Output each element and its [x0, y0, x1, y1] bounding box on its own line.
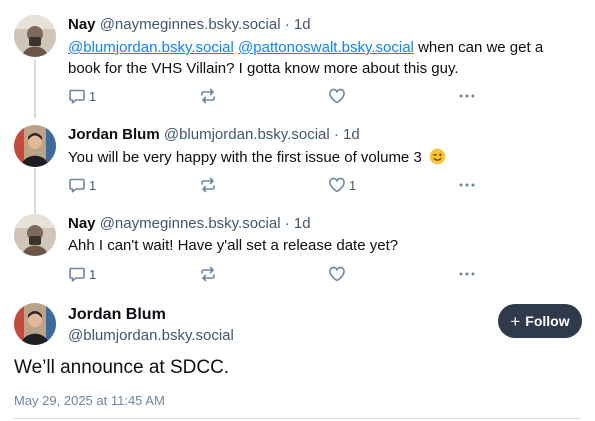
post-header: Nay @naymeginnes.bsky.social · 1d: [68, 215, 311, 233]
repost-button[interactable]: [199, 175, 217, 195]
mention-link[interactable]: @blumjordan.bsky.social: [68, 39, 234, 56]
repost-button[interactable]: [199, 264, 217, 284]
reply-count: 1: [89, 177, 97, 193]
author-handle[interactable]: @blumjordan.bsky.social: [164, 126, 330, 143]
thread-line: [34, 168, 36, 214]
reply-button[interactable]: 1: [68, 264, 96, 284]
post-header: Jordan Blum @blumjordan.bsky.social · 1d: [68, 126, 360, 144]
reply-icon: [69, 178, 85, 193]
more-options-button[interactable]: [458, 86, 476, 106]
avatar-photo: [14, 125, 56, 167]
mention-link[interactable]: @pattonoswalt.bsky.social: [238, 39, 414, 56]
more-options-button[interactable]: [458, 175, 476, 195]
divider: [14, 418, 581, 419]
avatar[interactable]: [14, 125, 56, 167]
post-body: You will be very happy with the first is…: [68, 149, 422, 166]
avatar[interactable]: [14, 303, 56, 345]
avatar-photo: [14, 214, 56, 256]
author-name[interactable]: Jordan Blum: [68, 126, 160, 143]
reply-button[interactable]: 1: [68, 175, 96, 195]
like-count: 1: [349, 177, 357, 193]
post-text: @blumjordan.bsky.social @pattonoswalt.bs…: [68, 37, 578, 79]
post-time[interactable]: · 1d: [334, 126, 360, 143]
repost-icon: [201, 177, 215, 193]
author-handle[interactable]: @blumjordan.bsky.social: [68, 327, 234, 344]
ellipsis-icon: [459, 94, 475, 98]
reply-icon: [69, 89, 85, 104]
author-handle[interactable]: @naymeginnes.bsky.social: [100, 16, 281, 33]
post-time[interactable]: · 1d: [285, 16, 311, 33]
heart-icon: [329, 88, 345, 104]
avatar-photo: [14, 303, 56, 345]
like-button[interactable]: 1: [328, 175, 356, 195]
post-text: You will be very happy with the first is…: [68, 147, 578, 168]
author-handle[interactable]: @naymeginnes.bsky.social: [100, 215, 281, 232]
follow-button[interactable]: + Follow: [498, 304, 582, 338]
reply-count: 1: [89, 266, 97, 282]
heart-icon: [329, 266, 345, 282]
reply-button[interactable]: 1: [68, 86, 96, 106]
like-button[interactable]: [328, 86, 349, 106]
heart-icon: [329, 177, 345, 193]
repost-button[interactable]: [199, 86, 217, 106]
ellipsis-icon: [459, 272, 475, 276]
author-name[interactable]: Nay: [68, 215, 96, 232]
plus-icon: +: [510, 311, 521, 331]
repost-icon: [201, 88, 215, 104]
repost-icon: [201, 266, 215, 282]
avatar-photo: [14, 15, 56, 57]
reply-icon: [69, 267, 85, 282]
post-actions: 1: [68, 86, 488, 106]
follow-label: Follow: [525, 313, 570, 329]
post-body: We’ll announce at SDCC.: [14, 357, 230, 378]
post-text: Ahh I can't wait! Have y'all set a relea…: [68, 235, 578, 256]
post-time[interactable]: · 1d: [285, 215, 311, 232]
post-body: Ahh I can't wait! Have y'all set a relea…: [68, 237, 399, 254]
winking-face-icon: [429, 148, 446, 165]
reply-count: 1: [89, 88, 97, 104]
more-options-button[interactable]: [458, 264, 476, 284]
thread-line: [34, 60, 36, 118]
post-actions: 1: [68, 264, 488, 284]
author-name[interactable]: Nay: [68, 16, 96, 33]
post-header: Nay @naymeginnes.bsky.social · 1d: [68, 16, 311, 34]
like-button[interactable]: [328, 264, 349, 284]
avatar[interactable]: [14, 214, 56, 256]
author-name[interactable]: Jordan Blum: [68, 306, 166, 324]
post-timestamp[interactable]: May 29, 2025 at 11:45 AM: [14, 393, 165, 408]
ellipsis-icon: [459, 183, 475, 187]
avatar[interactable]: [14, 15, 56, 57]
post-actions: 1 1: [68, 175, 488, 195]
